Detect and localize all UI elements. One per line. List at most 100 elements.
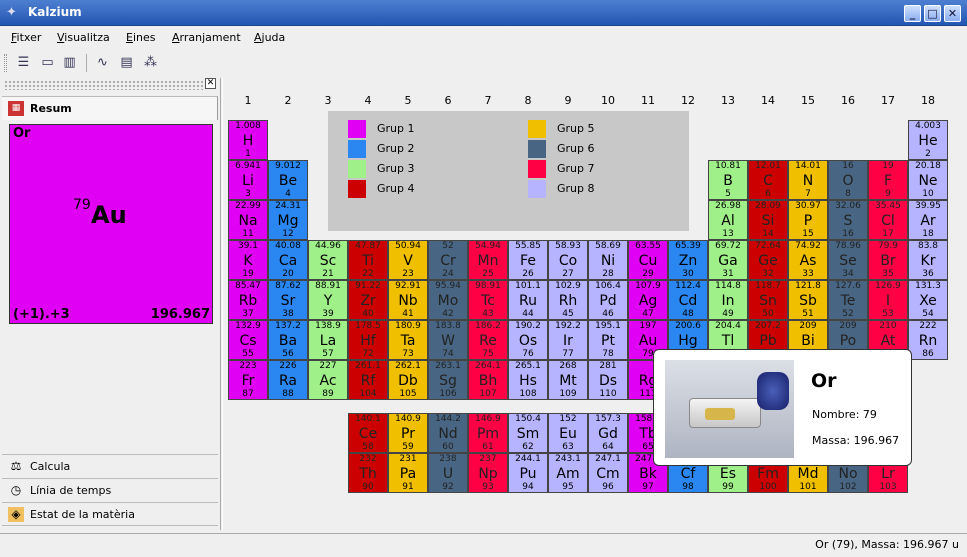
element-cell-ni[interactable]: 58.69 Ni 28 bbox=[588, 240, 628, 280]
element-cell-k[interactable]: 39.1 K 19 bbox=[228, 240, 268, 280]
menu-visualitza[interactable]: Visualitza bbox=[57, 31, 110, 44]
element-cell-fr[interactable]: 223 Fr 87 bbox=[228, 360, 268, 400]
element-cell-rf[interactable]: 261.1 Rf 104 bbox=[348, 360, 388, 400]
element-cell-ar[interactable]: 39.95 Ar 18 bbox=[908, 200, 948, 240]
element-cell-sc[interactable]: 44.96 Sc 21 bbox=[308, 240, 348, 280]
element-cell-f[interactable]: 19 F 9 bbox=[868, 160, 908, 200]
dock-close-icon[interactable]: ✕ bbox=[205, 78, 216, 89]
element-cell-la[interactable]: 138.9 La 57 bbox=[308, 320, 348, 360]
element-cell-as[interactable]: 74.92 As 33 bbox=[788, 240, 828, 280]
element-cell-o[interactable]: 16 O 8 bbox=[828, 160, 868, 200]
element-cell-th[interactable]: 232 Th 90 bbox=[348, 453, 388, 493]
dock-grip[interactable] bbox=[4, 80, 204, 90]
element-cell-ds[interactable]: 281 Ds 110 bbox=[588, 360, 628, 400]
menu-ajuda[interactable]: Ajuda bbox=[254, 31, 285, 44]
menu-arranjament[interactable]: Arranjament bbox=[172, 31, 241, 44]
element-cell-bh[interactable]: 264.1 Bh 107 bbox=[468, 360, 508, 400]
element-cell-co[interactable]: 58.93 Co 27 bbox=[548, 240, 588, 280]
element-cell-ca[interactable]: 40.08 Ca 20 bbox=[268, 240, 308, 280]
element-cell-h[interactable]: 1.008 H 1 bbox=[228, 120, 268, 160]
element-cell-pu[interactable]: 244.1 Pu 94 bbox=[508, 453, 548, 493]
element-cell-nd[interactable]: 144.2 Nd 60 bbox=[428, 413, 468, 453]
element-cell-ru[interactable]: 101.1 Ru 44 bbox=[508, 280, 548, 320]
tab-calcula[interactable]: ⚖ Calcula bbox=[2, 454, 218, 478]
element-cell-cl[interactable]: 35.45 Cl 17 bbox=[868, 200, 908, 240]
element-cell-s[interactable]: 32.06 S 16 bbox=[828, 200, 868, 240]
wave-icon[interactable]: ∿ bbox=[93, 53, 112, 72]
element-cell-al[interactable]: 26.98 Al 13 bbox=[708, 200, 748, 240]
element-cell-os[interactable]: 190.2 Os 76 bbox=[508, 320, 548, 360]
element-cell-in[interactable]: 114.8 In 49 bbox=[708, 280, 748, 320]
column-icon[interactable]: ▥ bbox=[60, 53, 79, 72]
maximize-button[interactable]: □ bbox=[924, 5, 941, 22]
element-cell-p[interactable]: 30.97 P 15 bbox=[788, 200, 828, 240]
element-cell-mo[interactable]: 95.94 Mo 42 bbox=[428, 280, 468, 320]
element-cell-si[interactable]: 28.09 Si 14 bbox=[748, 200, 788, 240]
tab-state-of-matter[interactable]: ◈ Estat de la matèria bbox=[2, 502, 218, 526]
element-cell-se[interactable]: 78.96 Se 34 bbox=[828, 240, 868, 280]
element-cell-eu[interactable]: 152 Eu 63 bbox=[548, 413, 588, 453]
element-cell-ne[interactable]: 20.18 Ne 10 bbox=[908, 160, 948, 200]
element-cell-pt[interactable]: 195.1 Pt 78 bbox=[588, 320, 628, 360]
element-cell-rb[interactable]: 85.47 Rb 37 bbox=[228, 280, 268, 320]
element-cell-ta[interactable]: 180.9 Ta 73 bbox=[388, 320, 428, 360]
element-cell-kr[interactable]: 83.8 Kr 36 bbox=[908, 240, 948, 280]
element-cell-zr[interactable]: 91.22 Zr 40 bbox=[348, 280, 388, 320]
element-cell-sg[interactable]: 263.1 Sg 106 bbox=[428, 360, 468, 400]
menu-eines[interactable]: Eines bbox=[126, 31, 155, 44]
element-cell-i[interactable]: 126.9 I 53 bbox=[868, 280, 908, 320]
element-cell-b[interactable]: 10.81 B 5 bbox=[708, 160, 748, 200]
element-cell-cm[interactable]: 247.1 Cm 96 bbox=[588, 453, 628, 493]
tab-summary[interactable]: ▦ Resum bbox=[2, 96, 218, 120]
element-cell-sm[interactable]: 150.4 Sm 62 bbox=[508, 413, 548, 453]
element-cell-np[interactable]: 237 Np 93 bbox=[468, 453, 508, 493]
element-cell-sb[interactable]: 121.8 Sb 51 bbox=[788, 280, 828, 320]
element-cell-db[interactable]: 262.1 Db 105 bbox=[388, 360, 428, 400]
element-cell-xe[interactable]: 131.3 Xe 54 bbox=[908, 280, 948, 320]
element-cell-he[interactable]: 4.003 He 2 bbox=[908, 120, 948, 160]
card-icon[interactable]: ▭ bbox=[38, 53, 57, 72]
element-cell-pm[interactable]: 146.9 Pm 61 bbox=[468, 413, 508, 453]
element-cell-hs[interactable]: 265.1 Hs 108 bbox=[508, 360, 548, 400]
element-cell-br[interactable]: 79.9 Br 35 bbox=[868, 240, 908, 280]
element-cell-te[interactable]: 127.6 Te 52 bbox=[828, 280, 868, 320]
minimize-button[interactable]: _ bbox=[904, 5, 921, 22]
notebook-icon[interactable]: ▤ bbox=[117, 53, 136, 72]
list-icon[interactable]: ☰ bbox=[14, 53, 33, 72]
element-cell-ra[interactable]: 226 Ra 88 bbox=[268, 360, 308, 400]
menu-fitxer[interactable]: Fitxer bbox=[11, 31, 41, 44]
element-cell-cu[interactable]: 63.55 Cu 29 bbox=[628, 240, 668, 280]
element-cell-sr[interactable]: 87.62 Sr 38 bbox=[268, 280, 308, 320]
molecule-icon[interactable]: ⁂ bbox=[141, 53, 160, 72]
element-cell-tc[interactable]: 98.91 Tc 43 bbox=[468, 280, 508, 320]
element-cell-pd[interactable]: 106.4 Pd 46 bbox=[588, 280, 628, 320]
element-cell-rh[interactable]: 102.9 Rh 45 bbox=[548, 280, 588, 320]
tab-timeline[interactable]: ◷ Línia de temps bbox=[2, 478, 218, 502]
element-cell-u[interactable]: 238 U 92 bbox=[428, 453, 468, 493]
element-cell-am[interactable]: 243.1 Am 95 bbox=[548, 453, 588, 493]
element-cell-w[interactable]: 183.8 W 74 bbox=[428, 320, 468, 360]
element-cell-na[interactable]: 22.99 Na 11 bbox=[228, 200, 268, 240]
element-cell-zn[interactable]: 65.39 Zn 30 bbox=[668, 240, 708, 280]
element-cell-ac[interactable]: 227 Ac 89 bbox=[308, 360, 348, 400]
element-cell-v[interactable]: 50.94 V 23 bbox=[388, 240, 428, 280]
element-cell-mg[interactable]: 24.31 Mg 12 bbox=[268, 200, 308, 240]
element-cell-sn[interactable]: 118.7 Sn 50 bbox=[748, 280, 788, 320]
close-button[interactable]: ✕ bbox=[944, 5, 961, 22]
element-cell-ti[interactable]: 47.87 Ti 22 bbox=[348, 240, 388, 280]
element-cell-c[interactable]: 12.01 C 6 bbox=[748, 160, 788, 200]
element-cell-fe[interactable]: 55.85 Fe 26 bbox=[508, 240, 548, 280]
element-cell-n[interactable]: 14.01 N 7 bbox=[788, 160, 828, 200]
element-cell-mn[interactable]: 54.94 Mn 25 bbox=[468, 240, 508, 280]
element-cell-gd[interactable]: 157.3 Gd 64 bbox=[588, 413, 628, 453]
element-cell-ba[interactable]: 137.2 Ba 56 bbox=[268, 320, 308, 360]
element-cell-nb[interactable]: 92.91 Nb 41 bbox=[388, 280, 428, 320]
element-cell-cs[interactable]: 132.9 Cs 55 bbox=[228, 320, 268, 360]
element-cell-rn[interactable]: 222 Rn 86 bbox=[908, 320, 948, 360]
element-cell-cr[interactable]: 52 Cr 24 bbox=[428, 240, 468, 280]
element-cell-ir[interactable]: 192.2 Ir 77 bbox=[548, 320, 588, 360]
element-cell-hf[interactable]: 178.5 Hf 72 bbox=[348, 320, 388, 360]
toolbar-grip[interactable] bbox=[4, 54, 7, 72]
element-cell-be[interactable]: 9.012 Be 4 bbox=[268, 160, 308, 200]
element-cell-re[interactable]: 186.2 Re 75 bbox=[468, 320, 508, 360]
